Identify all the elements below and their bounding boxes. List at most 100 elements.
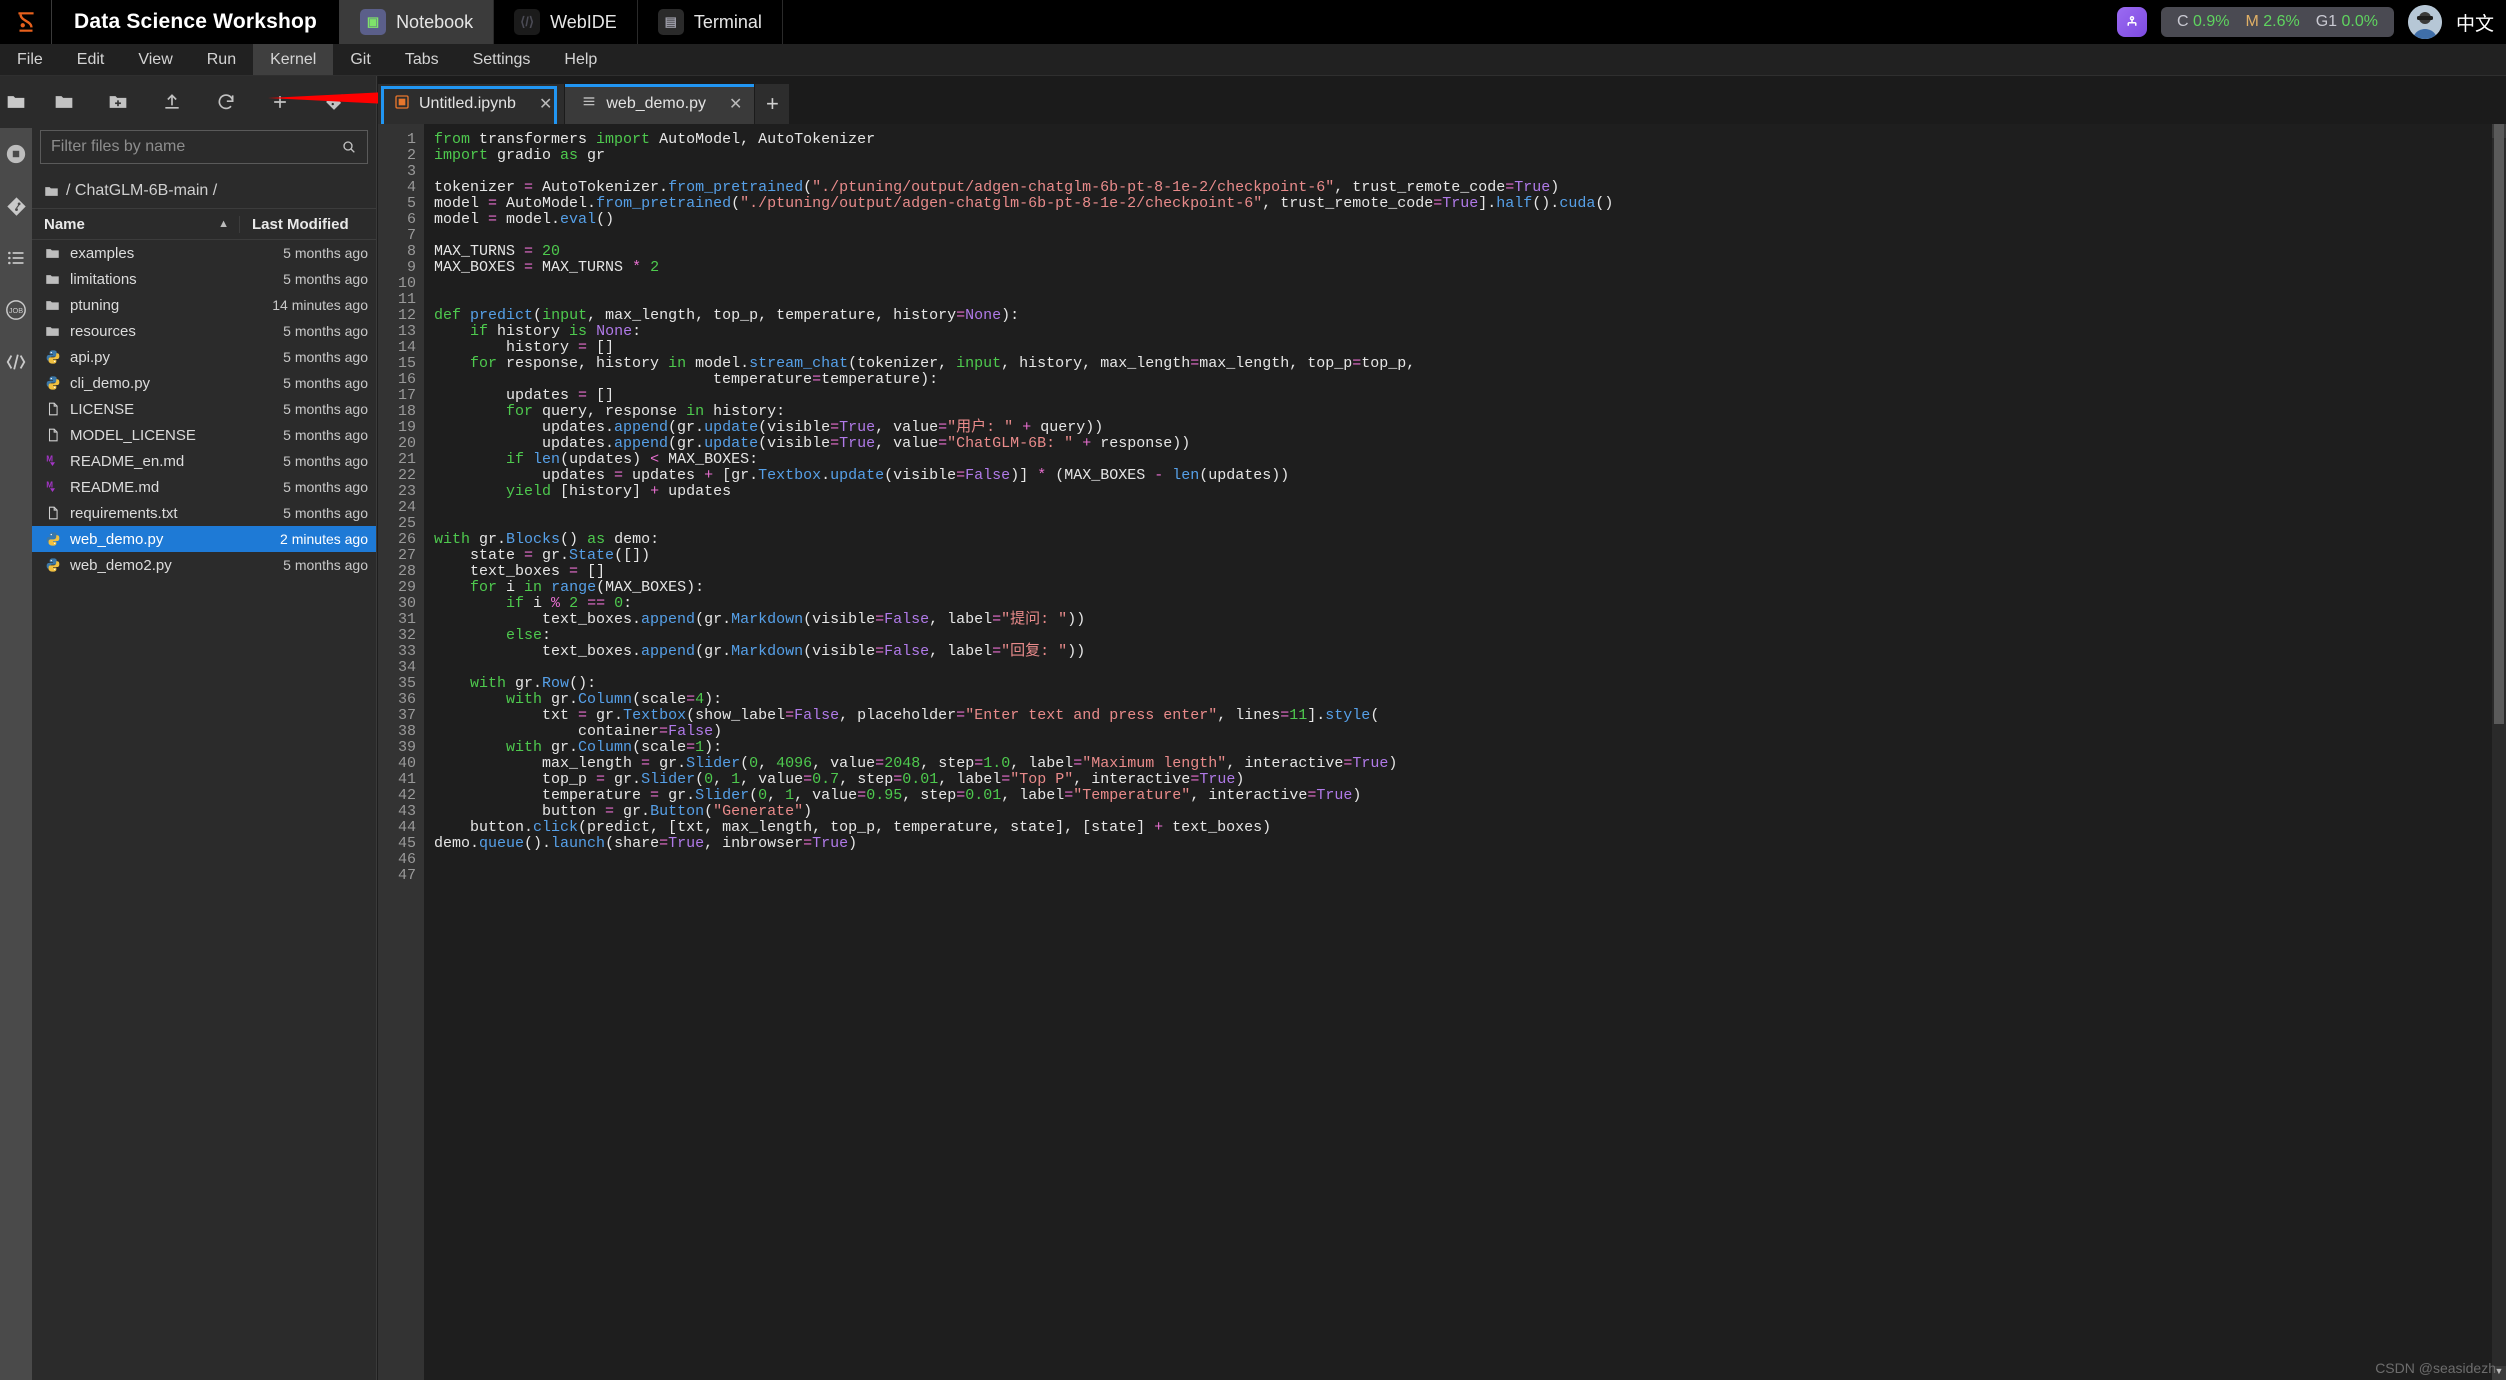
close-icon[interactable]: ✕ — [729, 94, 742, 114]
open-folder-button[interactable] — [38, 80, 90, 124]
new-folder-button[interactable] — [92, 80, 144, 124]
line-number: 14 — [397, 339, 416, 356]
menu-git[interactable]: Git — [333, 44, 387, 75]
line-number: 6 — [406, 211, 416, 228]
sidebar-item-toc[interactable] — [0, 232, 32, 284]
menu-view[interactable]: View — [121, 44, 189, 75]
code-line: for response, history in model.stream_ch… — [470, 355, 1416, 372]
line-number: 42 — [397, 787, 416, 804]
file-name-label: web_demo2.py — [70, 556, 172, 574]
file-modified-cell: 5 months ago — [283, 557, 368, 573]
code-line: button.click(predict, [txt, max_length, … — [434, 819, 1272, 836]
file-name-label: LICENSE — [70, 400, 135, 418]
line-number: 34 — [397, 659, 416, 676]
file-list-item[interactable]: resources 5 months ago — [32, 318, 376, 344]
file-modified-cell: 5 months ago — [283, 479, 368, 495]
sidebar-item-file-browser[interactable] — [0, 76, 32, 128]
editor-tab-untitled-ipynb[interactable]: Untitled.ipynb ✕ — [378, 84, 565, 130]
file-list-item[interactable]: cli_demo.py 5 months ago — [32, 370, 376, 396]
language-switch[interactable]: 中文 — [2456, 9, 2498, 36]
python-file-icon — [44, 531, 61, 548]
code-line: if history is None: — [470, 323, 642, 340]
stop-circle-icon — [6, 144, 26, 164]
folder-icon — [44, 323, 61, 340]
resource-monitor[interactable]: C 0.9% M 2.6% G1 0.0% — [2160, 7, 2394, 37]
menu-run[interactable]: Run — [190, 44, 253, 75]
line-number: 23 — [397, 483, 416, 500]
menu-edit[interactable]: Edit — [60, 44, 122, 75]
line-number: 17 — [397, 387, 416, 404]
watermark: CSDN @seasidezh — [2375, 1360, 2496, 1376]
file-name-cell: web_demo2.py — [44, 557, 251, 574]
workshop-logo-icon[interactable] — [0, 0, 52, 44]
file-list: examples 5 months ago limitations 5 months … — [32, 240, 376, 1380]
scrollbar-thumb[interactable] — [2494, 124, 2504, 724]
line-number: 36 — [397, 691, 416, 708]
file-list-item[interactable]: web_demo.py 2 minutes ago — [32, 526, 376, 552]
file-list-item[interactable]: MODEL_LICENSE 5 months ago — [32, 422, 376, 448]
file-list-item[interactable]: LICENSE 5 months ago — [32, 396, 376, 422]
code-icon — [6, 354, 26, 370]
folder-icon — [44, 271, 61, 288]
breadcrumb[interactable]: / ChatGLM-6B-main / — [32, 174, 376, 208]
top-tab-notebook[interactable]: ▣ Notebook — [340, 0, 495, 44]
avatar[interactable] — [2407, 5, 2442, 39]
column-header-name[interactable]: Name ▲ — [44, 216, 239, 233]
upload-files-button[interactable] — [146, 80, 198, 124]
code-line: with gr.Blocks() as demo: — [434, 531, 660, 548]
vertical-scrollbar[interactable]: ▲ ▼ — [2492, 124, 2506, 1380]
close-icon[interactable]: ✕ — [539, 94, 552, 114]
line-number: 26 — [397, 531, 416, 548]
filter-files-box[interactable] — [40, 130, 368, 164]
line-number: 37 — [397, 707, 416, 724]
sidebar-item-git[interactable] — [0, 180, 32, 232]
code-viewport[interactable]: 1 2 3 4 5 6 7 8 9 10 11 12 13 14 15 16 17 18 19 20 21 22 23 24 2… — [378, 124, 2506, 1380]
file-list-item[interactable]: ptuning 14 minutes ago — [32, 292, 376, 318]
file-list-item[interactable]: api.py 5 months ago — [32, 344, 376, 370]
sidebar-item-jobs[interactable]: JOB — [0, 284, 32, 336]
sidebar-item-extensions[interactable] — [0, 336, 32, 388]
file-modified-cell: 5 months ago — [283, 453, 368, 469]
file-list-item[interactable]: M README_en.md 5 months ago — [32, 448, 376, 474]
file-modified-cell: 5 months ago — [283, 427, 368, 443]
code-content[interactable]: from transformers import AutoModel, Auto… — [424, 124, 2506, 1380]
file-modified-cell: 5 months ago — [283, 271, 368, 287]
line-number: 20 — [397, 435, 416, 452]
menu-help[interactable]: Help — [547, 44, 614, 75]
breadcrumb-path: / ChatGLM-6B-main / — [66, 182, 218, 199]
file-list-item[interactable]: examples 5 months ago — [32, 240, 376, 266]
line-number: 3 — [406, 163, 416, 180]
code-line: MAX_TURNS = 20 — [434, 243, 561, 260]
extension-icon[interactable] — [2116, 7, 2147, 37]
file-list-item[interactable]: limitations 5 months ago — [32, 266, 376, 292]
menu-file[interactable]: File — [0, 44, 60, 75]
refresh-button[interactable] — [200, 80, 252, 124]
top-tab-webide[interactable]: ⟨/⟩ WebIDE — [494, 0, 638, 44]
column-header-modified[interactable]: Last Modified — [239, 215, 364, 233]
search-input[interactable] — [51, 138, 341, 156]
editor-tab-web-demo-py[interactable]: web_demo.py ✕ — [565, 84, 755, 124]
sidebar-item-running[interactable] — [0, 128, 32, 180]
line-number: 33 — [397, 643, 416, 660]
git-icon — [6, 196, 26, 216]
line-number: 1 — [406, 131, 416, 148]
top-tab-terminal[interactable]: ▤ Terminal — [637, 0, 783, 44]
file-list-item[interactable]: web_demo2.py 5 months ago — [32, 552, 376, 578]
line-number: 46 — [397, 851, 416, 868]
file-list-item[interactable]: M README.md 5 months ago — [32, 474, 376, 500]
line-number: 21 — [397, 451, 416, 468]
code-line: temperature = gr.Slider(0, 1, value=0.95… — [434, 787, 1362, 804]
code-line: txt = gr.Textbox(show_label=False, place… — [434, 707, 1380, 724]
new-tab-button[interactable]: + — [755, 84, 790, 124]
menu-settings[interactable]: Settings — [456, 44, 548, 75]
file-modified-cell: 14 minutes ago — [272, 297, 368, 313]
menu-kernel[interactable]: Kernel — [253, 44, 334, 75]
menu-tabs[interactable]: Tabs — [388, 44, 456, 75]
code-line: if len(updates) < MAX_BOXES: — [506, 451, 759, 468]
file-list-item[interactable]: requirements.txt 5 months ago — [32, 500, 376, 526]
line-number: 28 — [397, 563, 416, 580]
upload-icon — [165, 94, 179, 109]
code-line: top_p = gr.Slider(0, 1, value=0.7, step=… — [434, 771, 1245, 788]
